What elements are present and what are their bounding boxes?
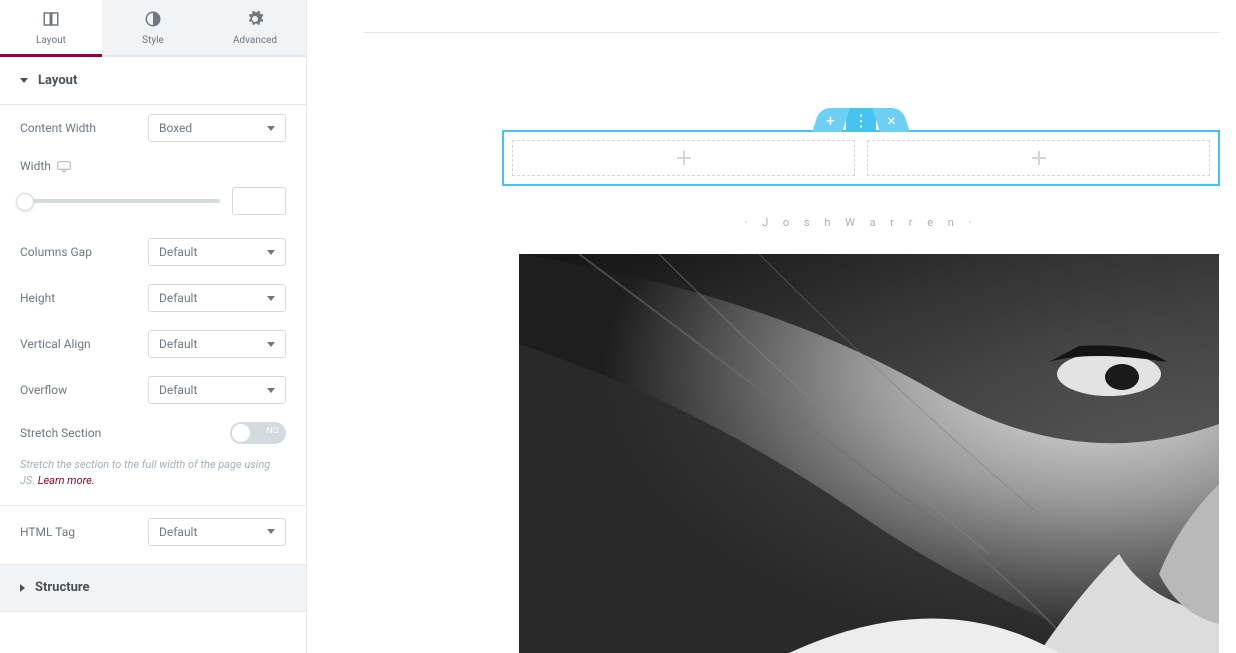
chevron-down-icon <box>267 296 275 301</box>
chevron-down-icon <box>267 126 275 131</box>
section-title: Layout <box>38 73 77 88</box>
label-width: Width <box>20 159 148 173</box>
edit-section-button[interactable]: ⋮⋮⋮ <box>846 108 876 132</box>
columns-icon <box>42 10 60 31</box>
label-columns-gap: Columns Gap <box>20 245 148 259</box>
toggle-stretch[interactable]: NO <box>230 422 286 444</box>
section-title: Structure <box>35 580 90 595</box>
tab-style[interactable]: Style <box>102 0 204 55</box>
chevron-down-icon <box>267 388 275 393</box>
learn-more-link[interactable]: Learn more. <box>38 474 95 487</box>
section-header-structure[interactable]: Structure <box>0 564 306 612</box>
caret-down-icon <box>20 78 28 83</box>
select-value: Default <box>159 383 197 397</box>
preview-canvas: + ⋮⋮⋮ × · J o s h W a r r e n · <box>307 0 1236 653</box>
select-value: Default <box>159 337 197 351</box>
label-stretch: Stretch Section <box>20 426 230 440</box>
author-label: · J o s h W a r r e n · <box>502 216 1220 229</box>
chevron-down-icon <box>267 342 275 347</box>
hero-image <box>519 254 1219 653</box>
select-value: Default <box>159 291 197 305</box>
empty-column-1[interactable] <box>512 140 855 176</box>
layout-controls: Content Width Boxed Width Columns Gap <box>0 105 306 505</box>
label-html-tag: HTML Tag <box>20 525 148 539</box>
label-overflow: Overflow <box>20 383 148 397</box>
tab-label: Style <box>142 35 164 46</box>
select-value: Default <box>159 525 197 539</box>
select-html-tag[interactable]: Default <box>148 518 286 546</box>
tab-layout[interactable]: Layout <box>0 0 102 55</box>
divider <box>363 32 1220 33</box>
label-vertical-align: Vertical Align <box>20 337 148 351</box>
gear-icon <box>246 10 264 31</box>
stretch-help-text: Stretch the section to the full width of… <box>20 453 286 505</box>
section-columns <box>504 132 1218 184</box>
tab-advanced[interactable]: Advanced <box>204 0 306 55</box>
caret-right-icon <box>20 584 25 592</box>
panel-tabs: Layout Style Advanced <box>0 0 306 57</box>
select-content-width[interactable]: Boxed <box>148 114 286 142</box>
plus-icon: + <box>826 111 835 130</box>
contrast-icon <box>144 10 162 31</box>
close-icon: × <box>887 111 896 130</box>
select-value: Default <box>159 245 197 259</box>
desktop-icon <box>57 161 71 172</box>
width-slider[interactable] <box>20 199 220 203</box>
empty-column-2[interactable] <box>867 140 1210 176</box>
editor-sidebar: Layout Style Advanced Layout Content Wid… <box>0 0 307 653</box>
plus-icon <box>1032 151 1046 165</box>
select-overflow[interactable]: Default <box>148 376 286 404</box>
label-height: Height <box>20 291 148 305</box>
tab-label: Advanced <box>233 35 277 46</box>
width-input[interactable] <box>232 187 286 215</box>
tab-label: Layout <box>36 35 66 46</box>
toggle-label: NO <box>267 426 279 435</box>
label-content-width: Content Width <box>20 121 148 135</box>
chevron-down-icon <box>267 250 275 255</box>
select-vertical-align[interactable]: Default <box>148 330 286 358</box>
select-value: Boxed <box>159 121 192 135</box>
plus-icon <box>677 151 691 165</box>
section-handles: + ⋮⋮⋮ × <box>816 108 906 132</box>
layout-controls-bottom: HTML Tag Default <box>0 505 306 564</box>
section-header-layout[interactable]: Layout <box>0 57 306 105</box>
chevron-down-icon <box>267 529 275 534</box>
selected-section[interactable]: + ⋮⋮⋮ × <box>502 130 1220 186</box>
select-columns-gap[interactable]: Default <box>148 238 286 266</box>
delete-section-button[interactable]: × <box>872 108 910 132</box>
select-height[interactable]: Default <box>148 284 286 312</box>
